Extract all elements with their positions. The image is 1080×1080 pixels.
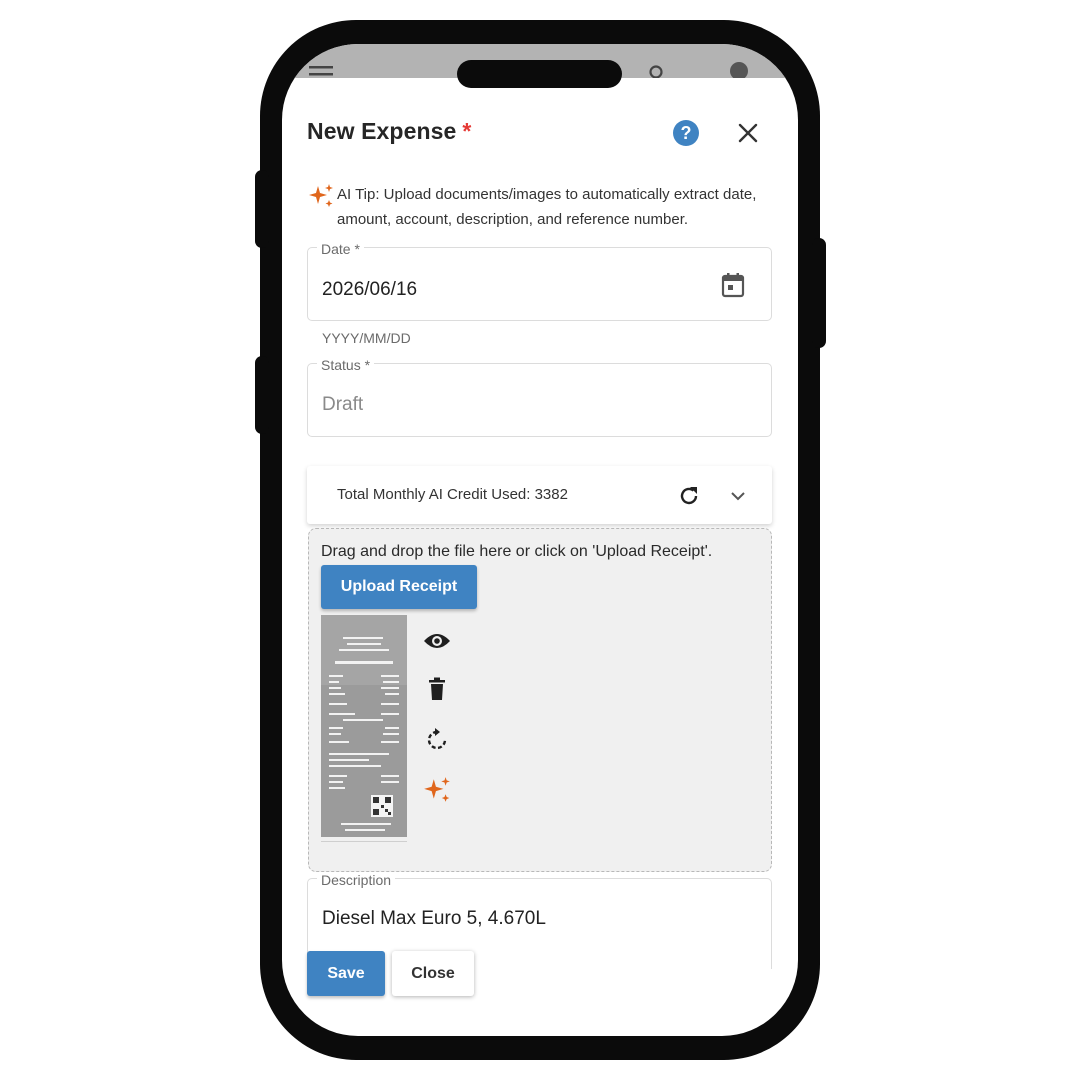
menu-icon [309, 66, 333, 76]
save-button[interactable]: Save [307, 951, 385, 996]
phone-notch [457, 60, 622, 88]
status-field[interactable] [307, 363, 772, 437]
avatar-icon [730, 62, 748, 78]
receipt-qr-code [371, 795, 393, 817]
required-marker: * [462, 118, 472, 144]
upload-receipt-button[interactable]: Upload Receipt [321, 565, 477, 609]
search-icon [649, 65, 663, 78]
trash-icon[interactable] [428, 677, 446, 701]
dialog-title-text: New Expense [307, 118, 457, 144]
status-field-label: Status * [317, 357, 375, 373]
phone-screen: New Expense * ? AI Tip: Upload documents/… [282, 44, 798, 1036]
ai-credit-panel[interactable]: Total Monthly AI Credit Used: 3382 [307, 466, 772, 524]
rotate-icon[interactable] [425, 727, 449, 751]
phone-side-button-left-top [255, 170, 269, 248]
sparkles-icon [309, 184, 333, 207]
eye-icon[interactable] [423, 631, 451, 651]
description-field-label: Description [317, 872, 396, 888]
date-helper-text: YYYY/MM/DD [322, 330, 411, 346]
help-icon[interactable]: ? [673, 120, 699, 146]
dialog-title: New Expense * [307, 118, 471, 145]
status-field-value: Draft [322, 394, 364, 415]
receipt-thumbnail[interactable] [321, 615, 407, 837]
ai-extract-sparkles-icon[interactable] [422, 775, 452, 805]
thumbnail-divider [321, 841, 407, 842]
refresh-icon[interactable] [677, 484, 701, 508]
chevron-down-icon[interactable] [730, 490, 746, 502]
dropzone-instructions: Drag and drop the file here or click on … [321, 543, 713, 560]
receipt-image [321, 615, 407, 837]
ai-credit-text: Total Monthly AI Credit Used: 3382 [337, 486, 568, 503]
close-icon[interactable] [737, 122, 759, 144]
calendar-icon[interactable] [721, 272, 745, 298]
phone-side-button-right [812, 238, 826, 348]
phone-side-button-left-bottom [255, 356, 269, 434]
receipt-dropzone[interactable]: Drag and drop the file here or click on … [308, 528, 772, 872]
date-field-value[interactable]: 2026/06/16 [322, 279, 417, 301]
description-field-value[interactable]: Diesel Max Euro 5, 4.670L [322, 908, 546, 930]
ai-tip-text: AI Tip: Upload documents/images to autom… [337, 186, 757, 228]
close-button[interactable]: Close [392, 951, 474, 996]
date-field-label: Date * [317, 241, 364, 257]
